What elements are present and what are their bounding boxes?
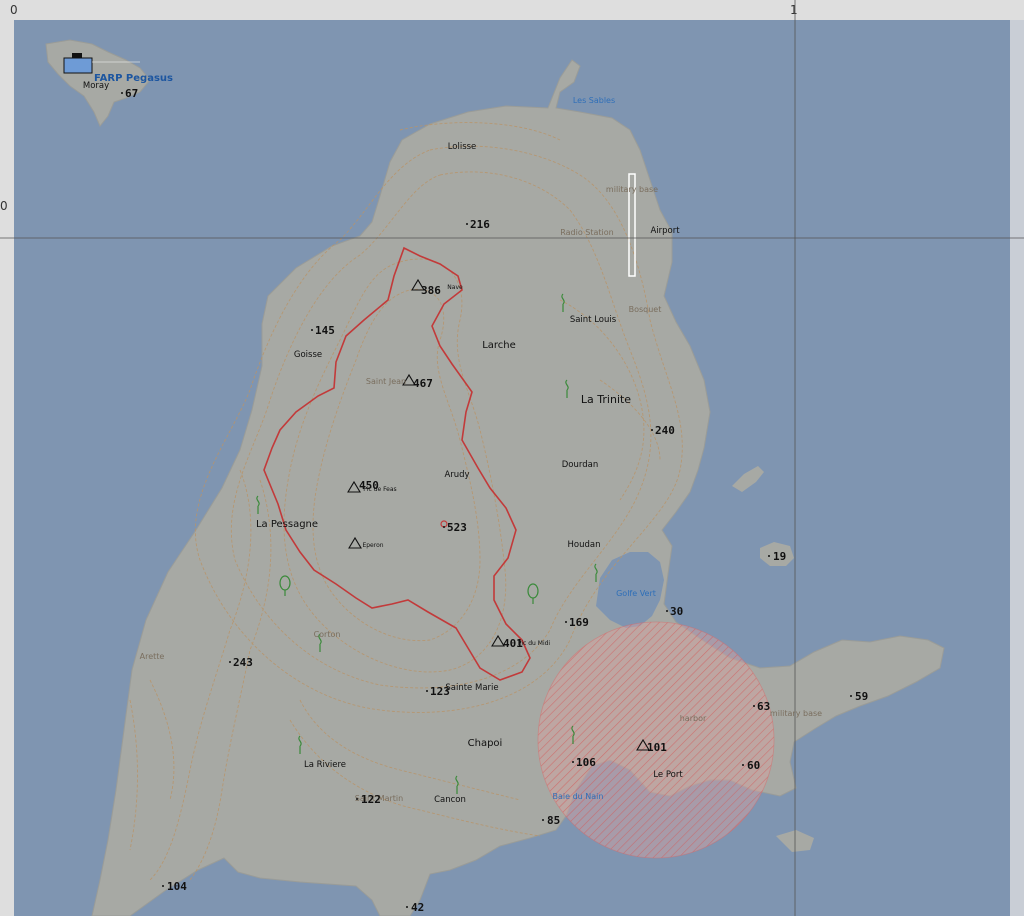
peak-label-nave: Nave [447,284,463,291]
elevation-386: 386 [421,284,441,297]
elevation-243: 243 [233,656,253,669]
town-dourdan: Dourdan [562,460,598,470]
town-houdan: Houdan [568,540,601,550]
elevation-60: 60 [747,759,760,772]
town-la-riviere: La Riviere [304,760,346,770]
elevation-216: 216 [470,218,490,231]
tactical-map[interactable]: 0 1 0 1 FARP Pega [0,0,1024,916]
label-radio-station: Radio Station [560,228,613,237]
town-airport: Airport [650,226,680,236]
label-baie-du-nain: Baie du Nain [553,792,604,801]
peak-label-eperon: Eperon [362,542,383,549]
town-le-port: Le Port [653,770,683,780]
label-corton: Corton [314,630,341,639]
label-arette: Arette [140,652,165,661]
elevation-85: 85 [547,814,560,827]
town-cancon: Cancon [434,795,466,805]
town-larche: Larche [482,340,516,351]
town-la-pessagne: La Pessagne [256,519,318,530]
label-bosquet: Bosquet [629,305,662,314]
elevation-101: 101 [647,741,667,754]
label-military-base-north: military base [606,185,658,194]
elevation-240: 240 [655,424,675,437]
town-saint-louis: Saint Louis [570,315,617,325]
elevation-401: 401 [503,637,523,650]
ruler-label-top-left: 0 [10,3,18,17]
elevation-63: 63 [757,700,770,713]
town-la-trinite: La Trinite [581,393,631,406]
label-military-base-east: military base [770,709,822,718]
elevation-42: 42 [411,901,424,914]
left-ruler [0,20,14,916]
elevation-523: 523 [447,521,467,534]
elevation-122: 122 [361,793,381,806]
elevation-450: 450 [359,479,379,492]
elevation-467: 467 [413,377,433,390]
elevation-123: 123 [430,685,450,698]
elevation-169: 169 [569,616,589,629]
top-ruler [0,0,1024,20]
label-les-sables: Les Sables [573,96,615,105]
right-edge [1010,20,1024,916]
ruler-label-side: 0 [0,199,8,213]
town-arudy: Arudy [444,470,469,480]
elevation-145: 145 [315,324,335,337]
elevation-104: 104 [167,880,187,893]
town-sainte-marie: Sainte Marie [445,683,498,693]
ruler-label-top-mid: 1 [790,3,798,17]
elevation-67: 67 [125,87,138,100]
town-goisse: Goisse [294,350,322,360]
elevation-19: 19 [773,550,786,563]
label-golfe-vert: Golfe Vert [616,589,656,598]
elevation-106: 106 [576,756,596,769]
elevation-59: 59 [855,690,868,703]
label-harbor: harbor [680,714,707,723]
elevation-30: 30 [670,605,683,618]
town-chapoi: Chapoi [468,738,503,749]
label-saint-jean: Saint Jean [366,377,406,386]
town-moray: Moray [83,81,109,91]
town-lolisse: Lolisse [448,142,477,152]
